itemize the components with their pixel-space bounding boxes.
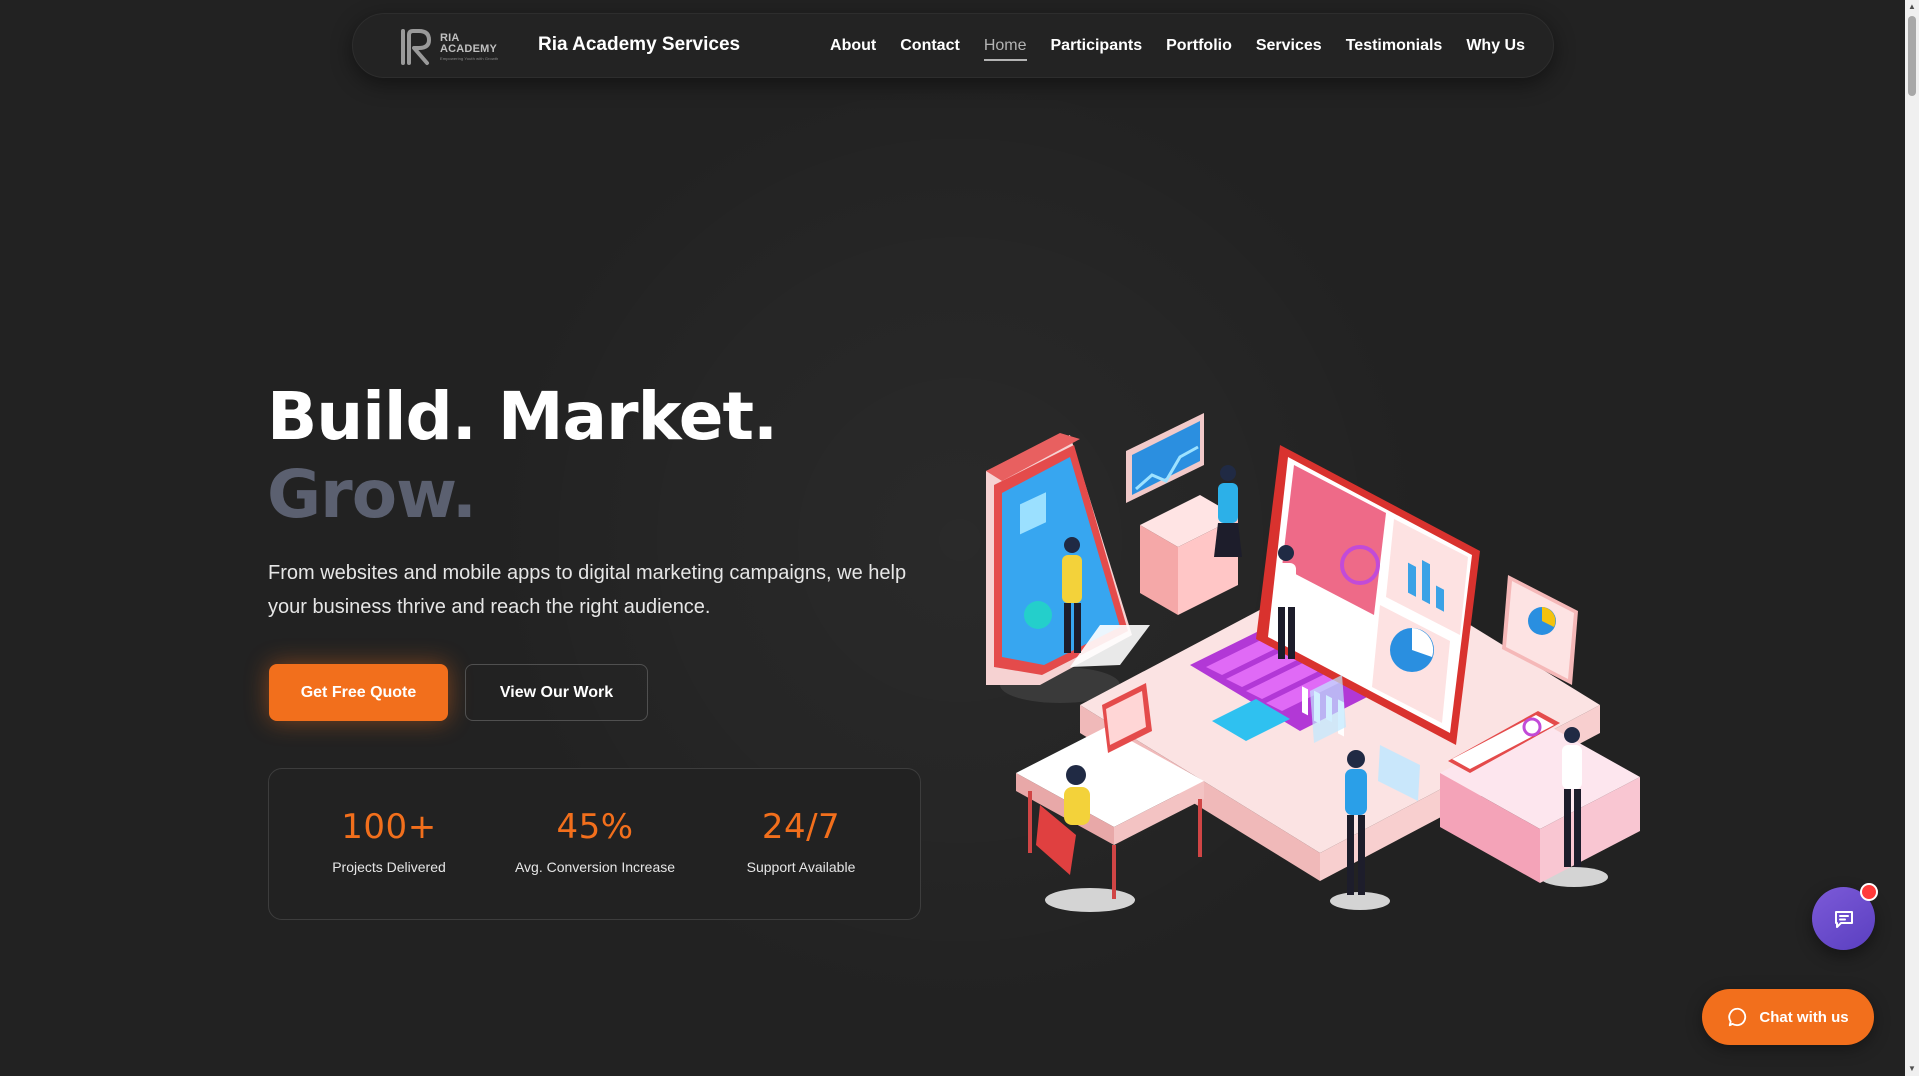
logo-r-icon <box>401 29 431 65</box>
logo-line2: ACADEMY <box>440 43 498 55</box>
stats-card: 100+ Projects Delivered 45% Avg. Convers… <box>268 768 921 920</box>
nav-link-contact[interactable]: Contact <box>888 36 972 56</box>
nav-links: About Contact Home Participants Portfoli… <box>818 36 1537 61</box>
message-square-icon <box>1834 910 1853 928</box>
stat-value: 45% <box>556 807 634 847</box>
nav-link-participants[interactable]: Participants <box>1039 36 1155 56</box>
stat-conversion: 45% Avg. Conversion Increase <box>495 807 695 875</box>
message-circle-icon <box>1728 1007 1747 1027</box>
scroll-down-arrow-icon[interactable]: ▼ <box>1907 1064 1917 1074</box>
get-free-quote-button[interactable]: Get Free Quote <box>269 664 448 721</box>
phone-illustration <box>986 433 1150 685</box>
nav-link-services[interactable]: Services <box>1244 36 1334 56</box>
stat-label: Support Available <box>746 859 856 875</box>
hero-illustration <box>986 413 1640 912</box>
logo-text: RIA ACADEMY Empowering Youth with Growth <box>440 33 498 61</box>
stat-value: 100+ <box>341 807 437 847</box>
nav-link-why-us[interactable]: Why Us <box>1454 36 1537 56</box>
nav-link-testimonials[interactable]: Testimonials <box>1334 36 1455 56</box>
stat-projects: 100+ Projects Delivered <box>289 807 489 875</box>
logo[interactable]: RIA ACADEMY Empowering Youth with Growth <box>397 25 499 69</box>
nav-link-portfolio[interactable]: Portfolio <box>1154 36 1244 56</box>
brand-name[interactable]: Ria Academy Services <box>538 34 740 56</box>
analytics-panel-illustration <box>1126 413 1242 615</box>
logo-tagline: Empowering Youth with Growth <box>440 56 499 61</box>
chat-with-us-button[interactable]: Chat with us <box>1702 989 1874 1045</box>
page-scrollbar[interactable]: ▲ ▼ <box>1905 0 1919 1076</box>
hero-title-line2: Grow. <box>267 456 477 533</box>
stat-value: 24/7 <box>761 807 841 847</box>
stat-label: Projects Delivered <box>332 859 446 875</box>
nav-link-home[interactable]: Home <box>972 36 1039 61</box>
top-navbar: RIA ACADEMY Empowering Youth with Growth… <box>352 13 1554 78</box>
chat-pill-label: Chat with us <box>1759 1008 1849 1026</box>
nav-link-about[interactable]: About <box>818 36 888 56</box>
scrollbar-thumb[interactable] <box>1908 16 1916 96</box>
notification-dot <box>1860 883 1878 901</box>
hero-title: Build. Market. Grow. <box>267 378 778 534</box>
stat-label: Avg. Conversion Increase <box>514 859 676 875</box>
stat-support: 24/7 Support Available <box>701 807 901 875</box>
view-our-work-button[interactable]: View Our Work <box>465 664 648 721</box>
hero-title-line1: Build. Market. <box>267 378 778 455</box>
scroll-up-arrow-icon[interactable]: ▲ <box>1907 2 1917 12</box>
hero-description: From websites and mobile apps to digital… <box>268 562 907 618</box>
